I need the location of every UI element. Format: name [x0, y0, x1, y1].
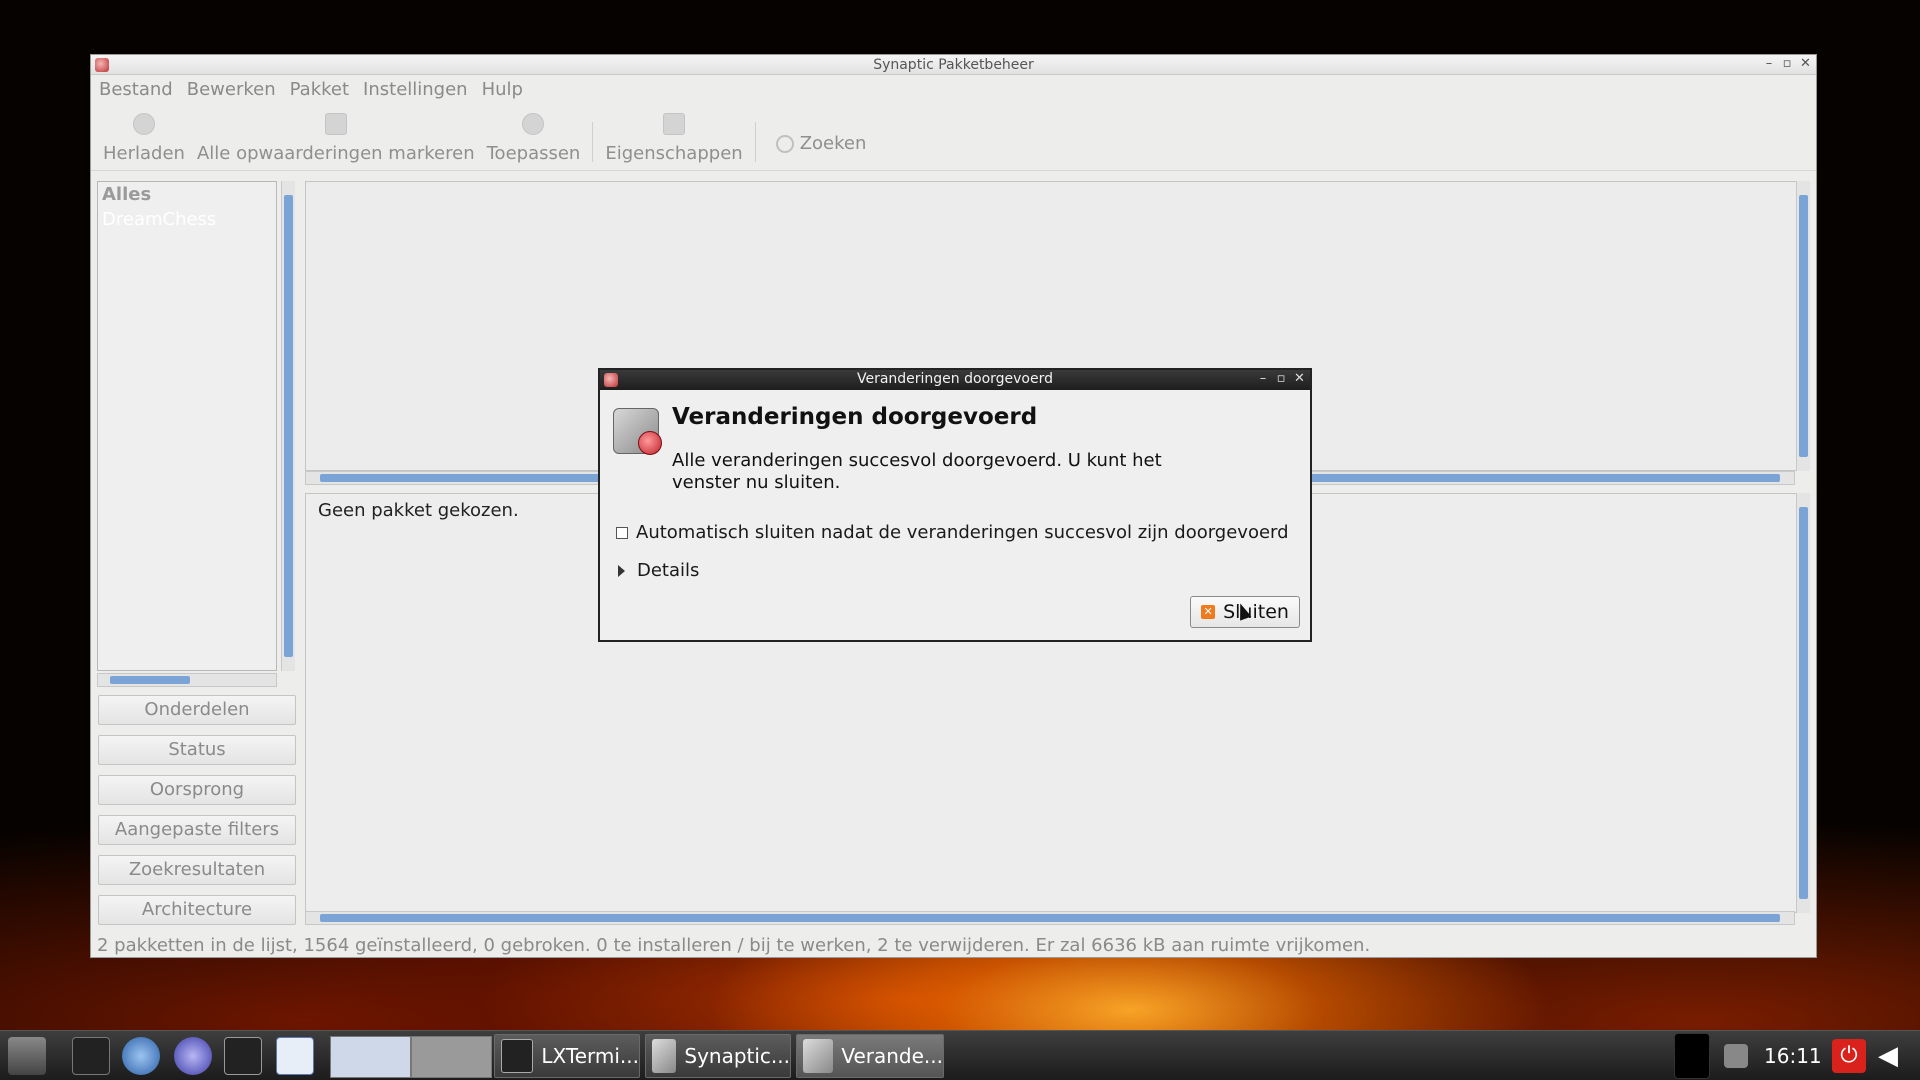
checkbox-box[interactable]	[616, 526, 628, 539]
reload-label: Herladen	[103, 143, 185, 164]
close-icon: ✕	[1201, 605, 1216, 619]
volume-icon[interactable]: ◀	[1878, 1041, 1898, 1071]
auto-close-checkbox[interactable]: Automatisch sluiten nadat de verandering…	[616, 522, 1289, 543]
apply-icon	[522, 113, 545, 135]
dialog-message: Alle veranderingen succesvol doorgevoerd…	[672, 450, 1162, 493]
close-icon[interactable]: ✕	[1800, 56, 1811, 71]
browser-icon[interactable]	[122, 1037, 160, 1075]
desktop-switcher[interactable]	[330, 1036, 492, 1078]
minimize-icon[interactable]: –	[1764, 56, 1774, 71]
task-label: Synaptic...	[684, 1044, 790, 1068]
search-icon	[775, 134, 794, 153]
clock[interactable]: 16:11	[1764, 1044, 1822, 1068]
cpu-monitor-icon[interactable]	[1674, 1033, 1710, 1079]
maximize-icon[interactable]: ▫	[1782, 56, 1792, 71]
terminal-icon	[501, 1039, 534, 1073]
search-button[interactable]: Zoeken	[775, 133, 867, 154]
document-editor-icon[interactable]	[276, 1037, 314, 1075]
network-globe-icon[interactable]	[174, 1037, 212, 1075]
package-list-vscrollbar[interactable]	[1796, 181, 1810, 471]
power-icon[interactable]: ⏻	[1832, 1039, 1866, 1073]
task-dialog[interactable]: Verande...	[796, 1034, 944, 1078]
close-button-label: Sluiten	[1223, 601, 1289, 623]
menu-instellingen[interactable]: Instellingen	[363, 79, 468, 100]
architecture-button[interactable]: Architecture	[98, 895, 296, 925]
toolbar-separator	[754, 122, 756, 162]
menubar: Bestand Bewerken Pakket Instellingen Hul…	[91, 75, 1816, 103]
scroll-thumb[interactable]	[1799, 507, 1808, 899]
maximize-icon[interactable]: ▫	[1276, 371, 1286, 386]
search-results-button[interactable]: Zoekresultaten	[98, 855, 296, 885]
properties-icon	[663, 113, 686, 135]
details-text: Geen pakket gekozen.	[318, 500, 519, 521]
task-synaptic[interactable]: Synaptic...	[645, 1034, 791, 1078]
task-label: LXTermi...	[541, 1044, 639, 1068]
details-vscrollbar[interactable]	[1796, 493, 1810, 913]
mark-upgrades-icon	[324, 113, 347, 135]
dialog-heading: Veranderingen doorgevoerd	[672, 404, 1038, 430]
package-manager-icon	[613, 408, 662, 455]
filter-list-hscrollbar[interactable]	[97, 673, 277, 687]
dialog-title: Veranderingen doorgevoerd	[856, 371, 1054, 387]
network-icon[interactable]	[1724, 1044, 1748, 1068]
main-titlebar[interactable]: Synaptic Pakketbeheer – ▫ ✕	[91, 55, 1816, 75]
reload-button[interactable]: Herladen	[103, 113, 185, 164]
taskbar: LXTermi... Synaptic... Verande... 16:11 …	[0, 1030, 1920, 1080]
mark-all-upgrades-button[interactable]: Alle opwaarderingen markeren	[197, 113, 475, 164]
desktop-1[interactable]	[330, 1036, 411, 1078]
reload-icon	[132, 113, 155, 135]
properties-label: Eigenschappen	[605, 143, 743, 164]
search-label: Zoeken	[799, 133, 867, 154]
toolbar-separator	[592, 122, 594, 162]
menu-hulp[interactable]: Hulp	[482, 79, 523, 100]
close-icon[interactable]: ✕	[1294, 371, 1305, 386]
scroll-thumb[interactable]	[1799, 195, 1808, 457]
sections-button[interactable]: Onderdelen	[98, 695, 296, 725]
details-hscrollbar[interactable]	[305, 911, 1795, 925]
scroll-thumb[interactable]	[320, 914, 1780, 922]
menu-bestand[interactable]: Bestand	[99, 79, 173, 100]
status-bar: 2 pakketten in de lijst, 1564 geïnstalle…	[97, 935, 1371, 956]
auto-close-label: Automatisch sluiten nadat de verandering…	[636, 522, 1289, 543]
desktop-2[interactable]	[411, 1036, 492, 1078]
filter-item-dreamchess[interactable]: DreamChess	[98, 207, 276, 232]
changes-applied-dialog: Veranderingen doorgevoerd – ▫ ✕ Verander…	[598, 368, 1312, 642]
expander-arrow-icon	[618, 564, 625, 577]
mark-all-upgrades-label: Alle opwaarderingen markeren	[196, 143, 475, 164]
apply-button[interactable]: Toepassen	[486, 113, 581, 164]
details-label: Details	[637, 560, 700, 581]
custom-filters-button[interactable]: Aangepaste filters	[98, 815, 296, 845]
terminal-icon[interactable]	[224, 1037, 262, 1075]
filter-list-vscrollbar[interactable]	[281, 181, 295, 671]
status-button[interactable]: Status	[98, 735, 296, 765]
start-menu-icon[interactable]	[8, 1037, 46, 1075]
menu-bewerken[interactable]: Bewerken	[187, 79, 276, 100]
main-window-title: Synaptic Pakketbeheer	[873, 57, 1034, 73]
scroll-thumb[interactable]	[110, 676, 190, 684]
apply-label: Toepassen	[486, 143, 581, 164]
file-manager-icon[interactable]	[72, 1037, 110, 1075]
menu-pakket[interactable]: Pakket	[290, 79, 349, 100]
filter-item-all[interactable]: Alles	[98, 182, 276, 207]
origin-button[interactable]: Oorsprong	[98, 775, 296, 805]
synaptic-icon	[652, 1039, 677, 1073]
synaptic-icon	[803, 1039, 834, 1073]
task-lxterminal[interactable]: LXTermi...	[494, 1034, 640, 1078]
properties-button[interactable]: Eigenschappen	[605, 113, 743, 164]
scroll-thumb[interactable]	[284, 195, 293, 657]
dialog-titlebar[interactable]: Veranderingen doorgevoerd – ▫ ✕	[600, 370, 1310, 390]
details-expander[interactable]: Details	[616, 560, 699, 581]
minimize-icon[interactable]: –	[1258, 371, 1268, 386]
filter-list: Alles DreamChess	[97, 181, 277, 671]
task-label: Verande...	[841, 1044, 943, 1068]
toolbar: Herladen Alle opwaarderingen markeren To…	[91, 103, 1816, 171]
